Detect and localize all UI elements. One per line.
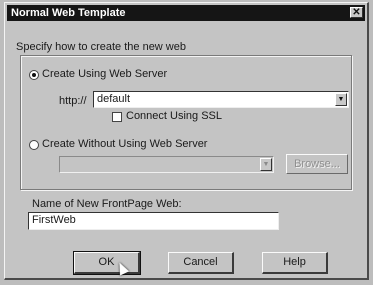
window-title: Normal Web Template <box>11 7 126 19</box>
ok-button[interactable]: OK <box>73 251 141 275</box>
radio-create-with-server[interactable] <box>29 70 39 80</box>
radio-create-without-server[interactable] <box>29 140 39 150</box>
radio-create-with-server-label[interactable]: Create Using Web Server <box>42 68 167 80</box>
web-name-value: FirstWeb <box>32 214 76 226</box>
radio-create-without-server-label[interactable]: Create Without Using Web Server <box>42 138 207 150</box>
cancel-button[interactable]: Cancel <box>168 252 234 274</box>
close-icon[interactable]: ✕ <box>350 7 363 18</box>
folder-select: ▼ <box>59 156 274 173</box>
server-select[interactable]: default ▼ <box>93 91 349 108</box>
web-name-label: Name of New FrontPage Web: <box>32 198 182 210</box>
web-name-input[interactable]: FirstWeb <box>28 212 279 230</box>
help-button[interactable]: Help <box>262 252 328 274</box>
ssl-checkbox-label[interactable]: Connect Using SSL <box>126 110 222 122</box>
title-bar: Normal Web Template ✕ <box>7 5 365 21</box>
chevron-down-icon: ▼ <box>260 158 272 171</box>
ssl-checkbox[interactable] <box>112 112 122 122</box>
server-select-value: default <box>97 93 131 105</box>
browse-button: Browse... <box>286 154 348 174</box>
url-prefix-label: http:// <box>59 95 87 107</box>
dialog-window: Normal Web Template ✕ Specify how to cre… <box>4 2 369 280</box>
chevron-down-icon[interactable]: ▼ <box>335 93 347 106</box>
instruction-text: Specify how to create the new web <box>16 41 186 53</box>
